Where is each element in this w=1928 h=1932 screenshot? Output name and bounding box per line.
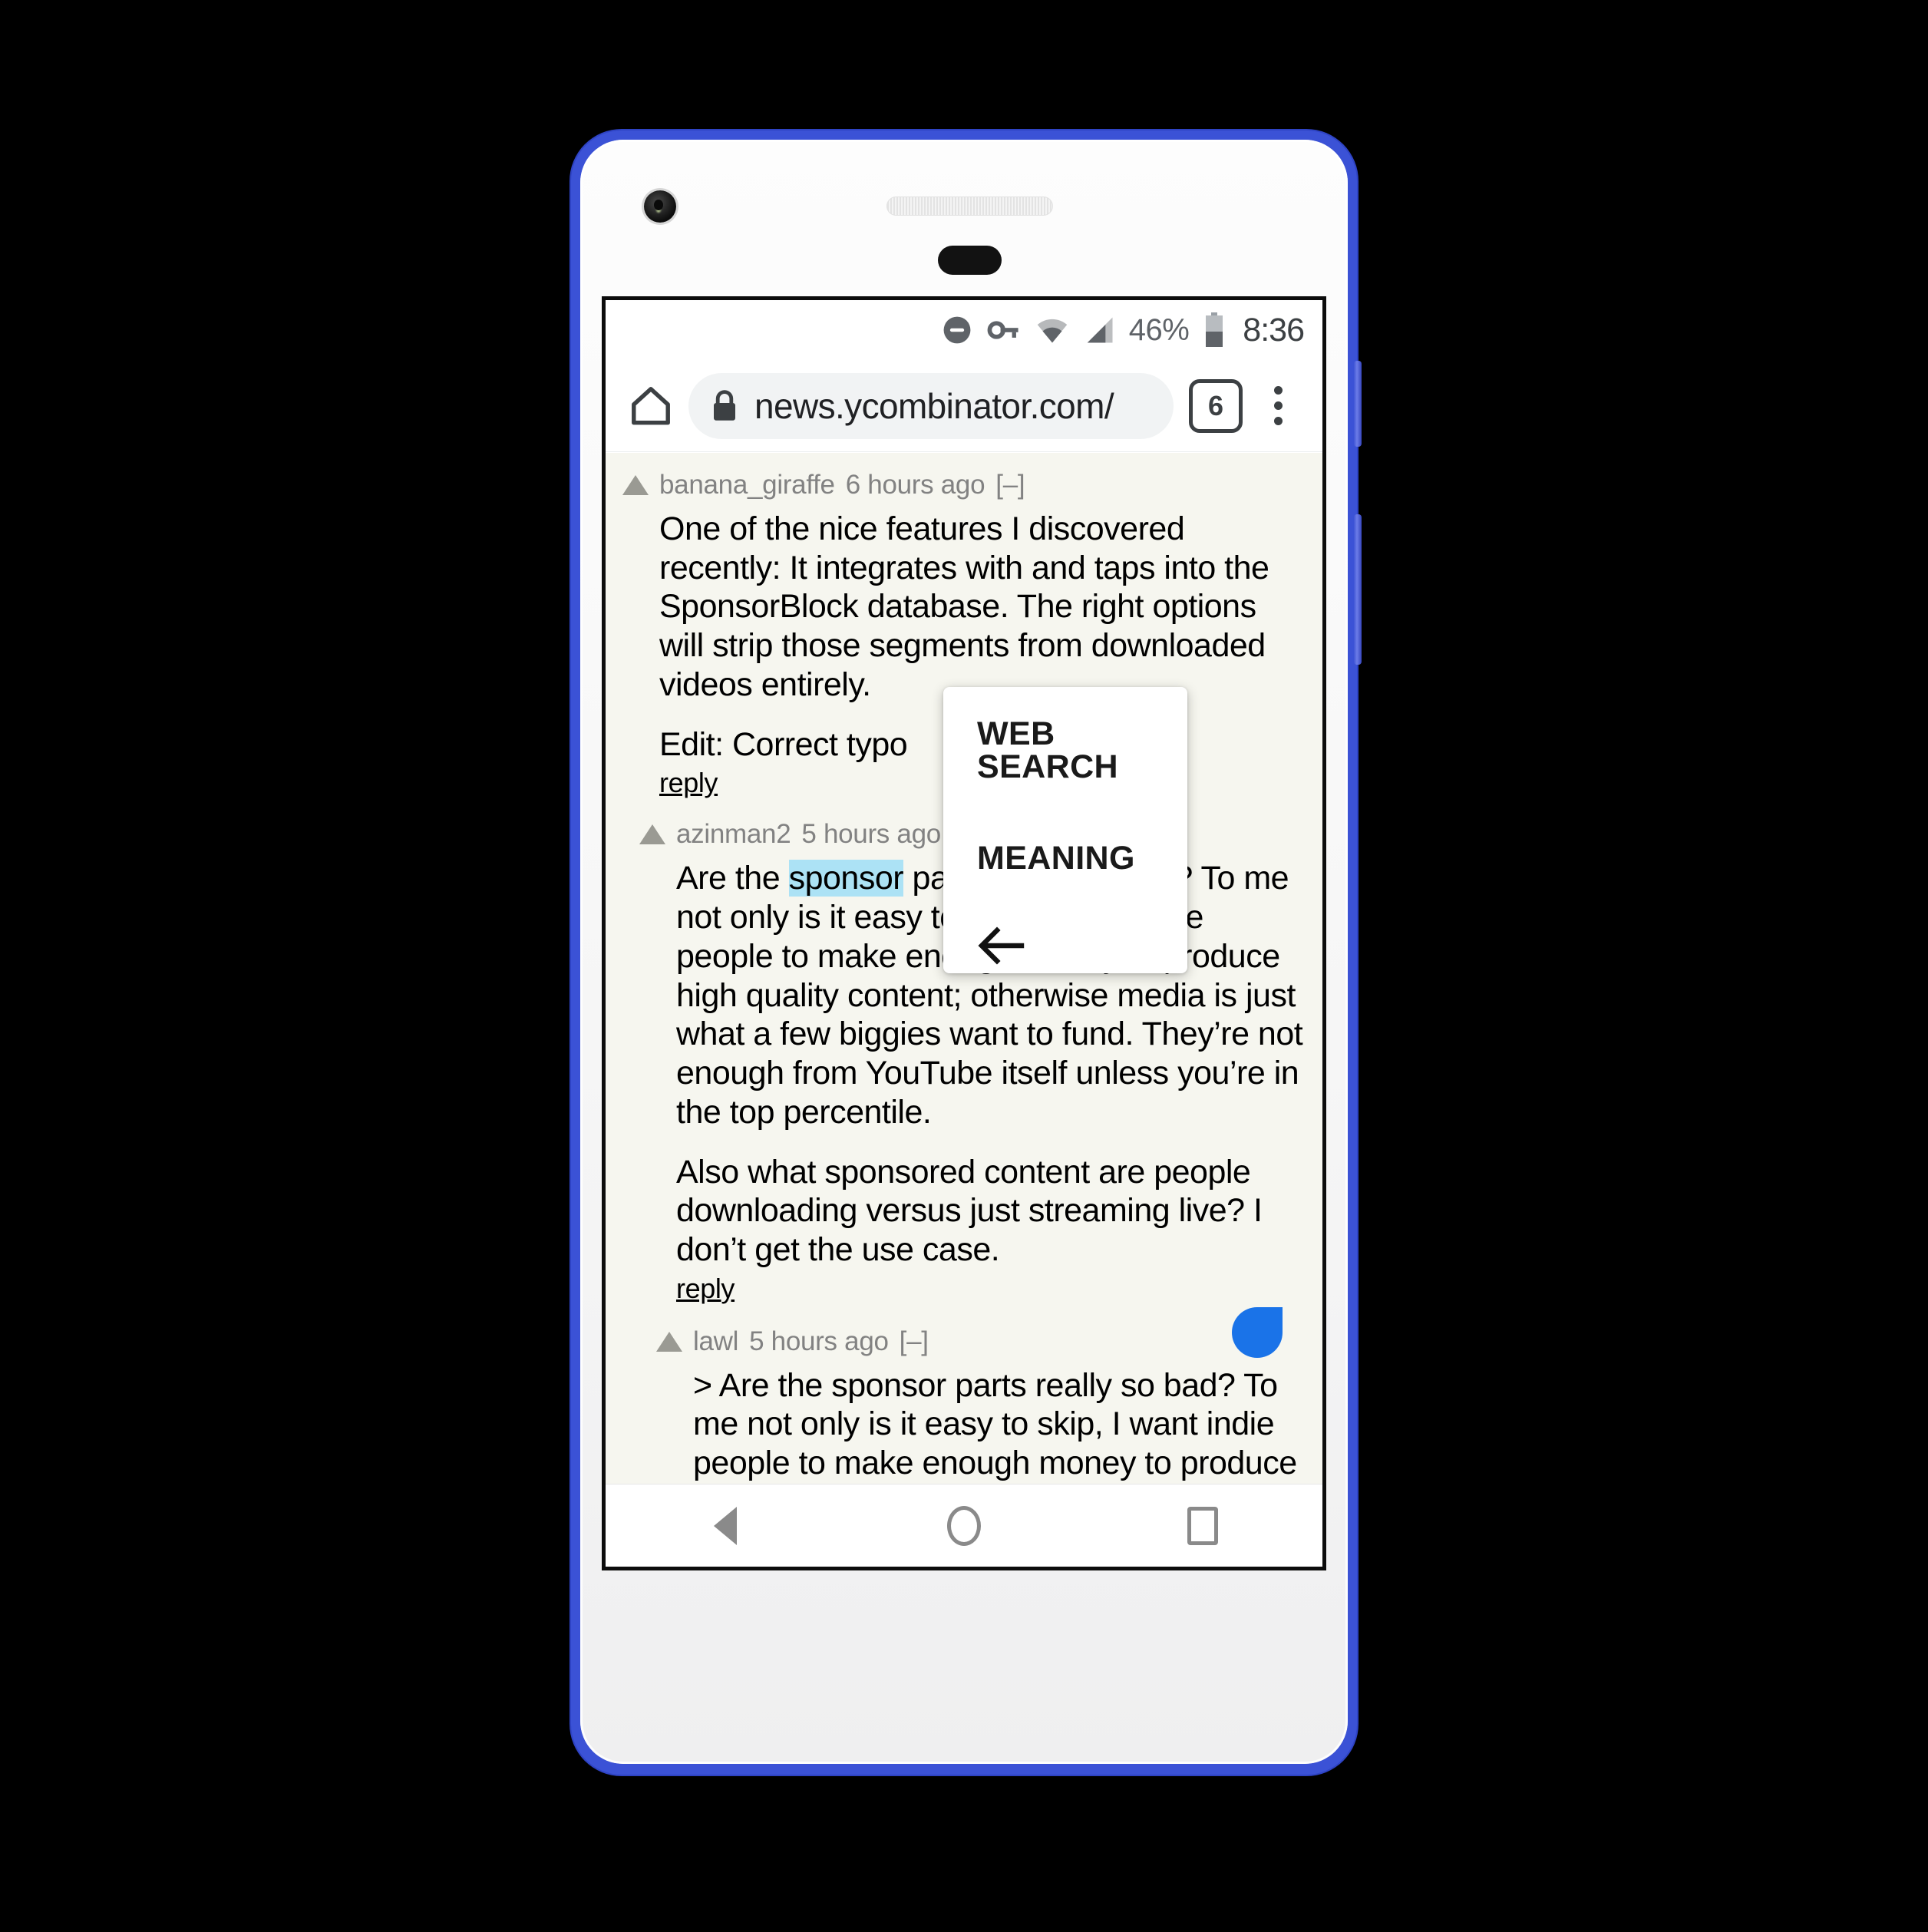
comment-body: > Are the sponsor parts really so bad? T… (656, 1366, 1322, 1484)
upvote-arrow-icon[interactable] (639, 824, 665, 845)
comment-author[interactable]: lawl (693, 1326, 738, 1357)
device-screen: 46% 8:36 news.ycombinator.com/ 6 banana_… (602, 296, 1326, 1570)
comment-header: banana_giraffe 6 hours ago [–] (622, 470, 1322, 500)
menu-item-meaning[interactable]: MEANING (977, 842, 1187, 875)
menu-dot (1273, 386, 1283, 395)
status-clock: 8:36 (1243, 311, 1305, 348)
home-icon[interactable] (622, 378, 679, 434)
tab-counter-button[interactable]: 6 (1189, 378, 1243, 433)
reply-link[interactable]: reply (676, 1273, 735, 1305)
battery-percent-label: 46% (1128, 312, 1190, 347)
comment-age[interactable]: 5 hours ago (749, 1326, 889, 1357)
comment-age[interactable]: 5 hours ago (801, 819, 941, 850)
reply-link-wrap: reply (639, 1270, 1322, 1305)
lock-icon (710, 389, 739, 423)
upvote-arrow-icon[interactable] (622, 475, 649, 495)
comment-collapse-toggle[interactable]: [–] (995, 470, 1025, 500)
nav-back-button[interactable] (679, 1485, 771, 1567)
selection-handle-start[interactable] (1232, 1307, 1283, 1358)
comment-quote-paragraph: > Are the sponsor parts really so bad? T… (693, 1366, 1297, 1484)
selected-text-highlight[interactable]: sponsor (788, 860, 904, 897)
nav-recents-icon (1187, 1506, 1219, 1545)
nav-home-icon (946, 1505, 981, 1546)
comment-paragraph: One of the nice features I discovered re… (659, 510, 1269, 703)
cell-signal-icon (1083, 313, 1117, 347)
comment-author[interactable]: azinman2 (676, 819, 791, 850)
do-not-disturb-icon (940, 313, 974, 347)
android-navigation-bar (606, 1484, 1322, 1567)
proximity-sensor-icon (938, 246, 1002, 275)
front-camera-icon (644, 190, 676, 223)
arrow-left-icon[interactable] (977, 926, 1025, 966)
battery-icon (1203, 312, 1226, 348)
more-vert-icon[interactable] (1250, 375, 1306, 437)
nav-back-icon (713, 1506, 737, 1545)
volume-button[interactable] (1354, 514, 1362, 665)
omnibox-url-text: news.ycombinator.com/ (754, 385, 1114, 426)
status-bar: 46% 8:36 (606, 300, 1322, 360)
comment-author[interactable]: banana_giraffe (659, 470, 835, 500)
earpiece-speaker-icon (886, 197, 1053, 216)
comment-header: lawl 5 hours ago [–] (656, 1326, 1322, 1357)
menu-dot (1273, 417, 1283, 425)
comment-lawl: lawl 5 hours ago [–] > Are the sponsor p… (606, 1326, 1322, 1484)
browser-toolbar: news.ycombinator.com/ 6 (606, 360, 1322, 452)
nav-recents-button[interactable] (1157, 1485, 1249, 1567)
comment-collapse-toggle[interactable]: [–] (900, 1326, 929, 1357)
reply-link[interactable]: reply (659, 767, 718, 799)
upvote-arrow-icon[interactable] (656, 1331, 682, 1352)
hacker-news-comments-page[interactable]: banana_giraffe 6 hours ago [–] One of th… (606, 453, 1322, 1484)
tab-counter-label: 6 (1207, 389, 1224, 421)
comment-age[interactable]: 6 hours ago (846, 470, 985, 500)
omnibox[interactable]: news.ycombinator.com/ (688, 372, 1174, 439)
text-selection-action-menu[interactable]: WEB SEARCH MEANING (943, 687, 1187, 973)
comment-paragraph: Also what sponsored content are people d… (676, 1153, 1263, 1269)
power-button[interactable] (1354, 361, 1362, 447)
nav-home-button[interactable] (918, 1485, 1010, 1567)
menu-item-web-search[interactable]: WEB SEARCH (977, 718, 1187, 784)
vpn-key-icon (986, 313, 1022, 347)
menu-dot (1273, 401, 1283, 410)
wifi-icon (1034, 313, 1071, 347)
